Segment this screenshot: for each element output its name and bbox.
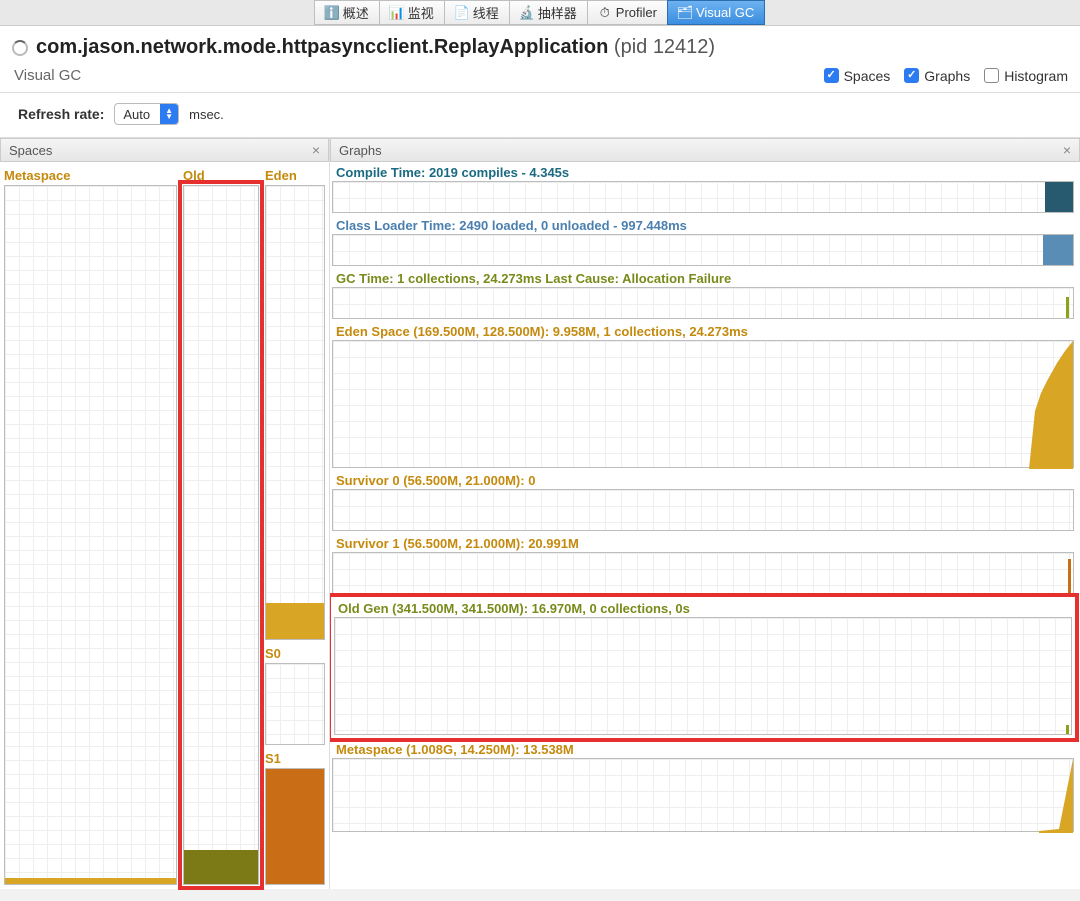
chart-icon: 📊 (390, 6, 404, 20)
compile-time-graph: Compile Time: 2019 compiles - 4.345s (332, 164, 1074, 213)
graph-data (1066, 725, 1069, 734)
old-fill (184, 850, 258, 884)
info-icon: ℹ️ (325, 6, 339, 20)
old-chart (183, 185, 259, 885)
graph-area (334, 617, 1072, 735)
subheader: Visual GC Spaces Graphs Histogram (0, 63, 1080, 93)
s0-label: S0 (265, 644, 325, 663)
tab-visualgc[interactable]: 🗂 Visual GC (667, 0, 765, 25)
graph-area (332, 340, 1074, 468)
graph-label: Class Loader Time: 2490 loaded, 0 unload… (332, 217, 1074, 234)
graph-label: Survivor 1 (56.500M, 21.000M): 20.991M (332, 535, 1074, 552)
app-pid: (pid 12412) (614, 36, 715, 58)
graph-label: GC Time: 1 collections, 24.273ms Last Ca… (332, 270, 1074, 287)
tab-label: Visual GC (696, 5, 754, 20)
classloader-graph: Class Loader Time: 2490 loaded, 0 unload… (332, 217, 1074, 266)
graph-area (332, 489, 1074, 531)
s0-chart (265, 663, 325, 745)
graph-area (332, 234, 1074, 266)
graph-label: Compile Time: 2019 compiles - 4.345s (332, 164, 1074, 181)
graph-data (1029, 341, 1073, 467)
graph-label: Survivor 0 (56.500M, 21.000M): 0 (332, 472, 1074, 489)
graph-data (1039, 759, 1073, 831)
tab-label: 监视 (408, 3, 434, 22)
graphs-body: Compile Time: 2019 compiles - 4.345s Cla… (330, 162, 1080, 889)
metaspace-label: Metaspace (4, 166, 177, 185)
tab-label: 线程 (473, 3, 499, 22)
s0-graph: Survivor 0 (56.500M, 21.000M): 0 (332, 472, 1074, 531)
threads-icon: 📄 (455, 6, 469, 20)
eden-label: Eden (265, 166, 325, 185)
tab-label: 概述 (343, 3, 369, 22)
app-class: com.jason.network.mode.httpasyncclient.R… (36, 36, 608, 58)
loading-icon (12, 40, 28, 56)
tab-sampler[interactable]: 🔬 抽样器 (509, 0, 588, 25)
checkbox-icon (904, 68, 919, 83)
tab-overview[interactable]: ℹ️ 概述 (314, 0, 380, 25)
top-tab-bar: ℹ️ 概述 📊 监视 📄 线程 🔬 抽样器 ⏱ Profiler 🗂 Visua… (0, 0, 1080, 26)
refresh-unit: msec. (189, 107, 224, 122)
graph-label: Metaspace (1.008G, 14.250M): 13.538M (332, 741, 1074, 758)
oldgen-graph: Old Gen (341.500M, 341.500M): 16.970M, 0… (332, 598, 1074, 737)
s1-label: S1 (265, 749, 325, 768)
visualgc-icon: 🗂 (678, 6, 692, 20)
s1-chart (265, 768, 325, 885)
clock-icon: ⏱ (598, 6, 612, 20)
gctime-graph: GC Time: 1 collections, 24.273ms Last Ca… (332, 270, 1074, 319)
graph-data (1066, 297, 1069, 318)
refresh-row: Refresh rate: Auto ▲▼ msec. (0, 93, 1080, 138)
graph-area (332, 181, 1074, 213)
close-icon[interactable]: × (1063, 142, 1071, 158)
graphs-panel-header: Graphs × (330, 138, 1080, 162)
checkbox-icon (984, 68, 999, 83)
app-title: com.jason.network.mode.httpasyncclient.R… (36, 36, 715, 59)
metaspace-graph: Metaspace (1.008G, 14.250M): 13.538M (332, 741, 1074, 832)
graph-data (1043, 235, 1073, 265)
refresh-label: Refresh rate: (18, 106, 104, 122)
graph-area (332, 552, 1074, 594)
panel-title: Graphs (339, 143, 382, 158)
eden-chart (265, 185, 325, 640)
subhead-title: Visual GC (14, 67, 81, 84)
checkbox-label: Graphs (924, 68, 970, 84)
metaspace-chart (4, 185, 177, 885)
tab-profiler[interactable]: ⏱ Profiler (587, 0, 668, 25)
tab-threads[interactable]: 📄 线程 (444, 0, 510, 25)
checkbox-graphs[interactable]: Graphs (904, 68, 970, 84)
panel-title: Spaces (9, 143, 52, 158)
s1-fill (266, 769, 324, 884)
graph-label: Eden Space (169.500M, 128.500M): 9.958M,… (332, 323, 1074, 340)
spaces-body: Metaspace Old Eden S0 S1 (0, 162, 329, 889)
checkbox-label: Histogram (1004, 68, 1068, 84)
stepper-icon: ▲▼ (160, 104, 178, 124)
title-bar: com.jason.network.mode.httpasyncclient.R… (0, 26, 1080, 63)
checkbox-histogram[interactable]: Histogram (984, 68, 1068, 84)
graph-area (332, 758, 1074, 832)
spaces-panel-header: Spaces × (0, 138, 329, 162)
eden-fill (266, 603, 324, 639)
metaspace-fill (5, 878, 176, 884)
eden-graph: Eden Space (169.500M, 128.500M): 9.958M,… (332, 323, 1074, 468)
checkbox-label: Spaces (844, 68, 891, 84)
s1-graph: Survivor 1 (56.500M, 21.000M): 20.991M (332, 535, 1074, 594)
graph-area (332, 287, 1074, 319)
old-label: Old (183, 166, 259, 185)
graph-label: Old Gen (341.500M, 341.500M): 16.970M, 0… (334, 600, 1072, 617)
checkbox-icon (824, 68, 839, 83)
main-area: Spaces × Metaspace Old Eden (0, 138, 1080, 889)
tab-label: Profiler (616, 5, 657, 20)
refresh-select[interactable]: Auto ▲▼ (114, 103, 179, 125)
graph-data (1068, 559, 1071, 593)
checkbox-spaces[interactable]: Spaces (824, 68, 891, 84)
sampler-icon: 🔬 (520, 6, 534, 20)
close-icon[interactable]: × (312, 142, 320, 158)
tab-monitor[interactable]: 📊 监视 (379, 0, 445, 25)
graph-data (1045, 182, 1073, 212)
tab-label: 抽样器 (538, 3, 577, 22)
spaces-panel: Spaces × Metaspace Old Eden (0, 138, 330, 889)
graphs-panel: Graphs × Compile Time: 2019 compiles - 4… (330, 138, 1080, 889)
refresh-value: Auto (123, 107, 160, 122)
